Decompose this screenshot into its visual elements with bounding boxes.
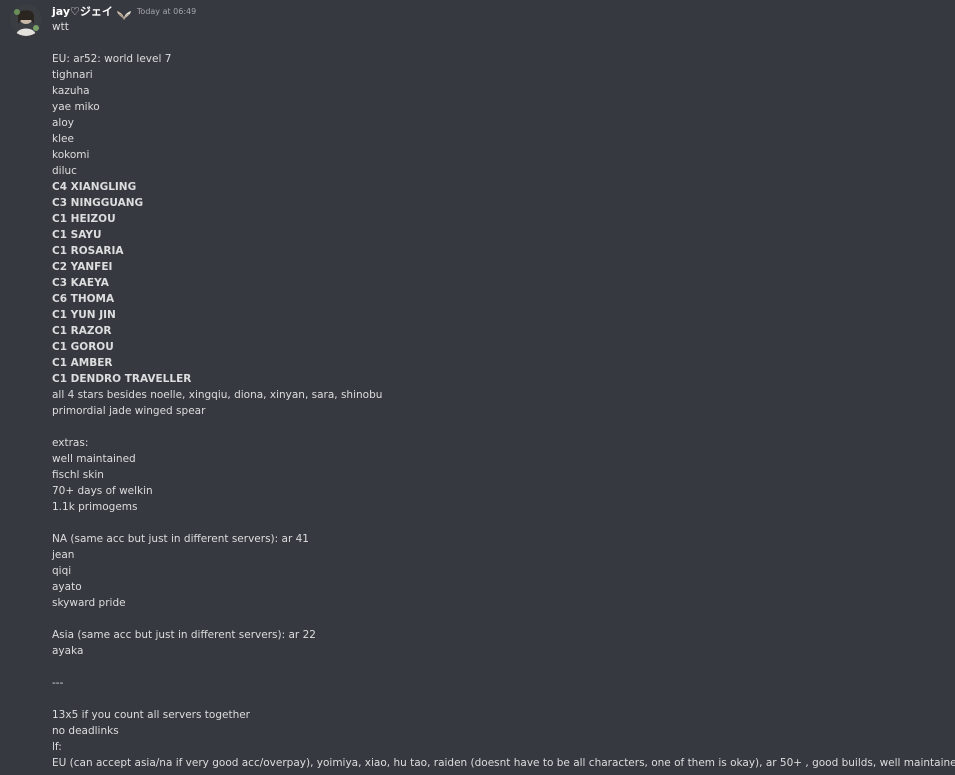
message-line: 13x5 if you count all servers together bbox=[52, 709, 251, 721]
message-line: jean bbox=[52, 549, 75, 561]
message-line: C4 XIANGLING bbox=[52, 181, 137, 193]
wing-emoji-icon bbox=[116, 6, 132, 21]
message-line: C2 YANFEI bbox=[52, 261, 113, 273]
message-line: no deadlinks bbox=[52, 725, 119, 737]
message-timestamp: Today at 06:49 bbox=[136, 7, 197, 16]
message-line: yae miko bbox=[52, 101, 100, 113]
message-line: aloy bbox=[52, 117, 74, 129]
message-content: wtt EU: ar52: world level 7 tighnari kazuha… bbox=[52, 19, 955, 771]
chat-message: jay♡ジェイ Today at 06:49 wtt EU: ar52: worl… bbox=[0, 0, 955, 775]
message-line: C3 KAEYA bbox=[52, 277, 109, 289]
message-header: jay♡ジェイ Today at 06:49 bbox=[52, 4, 197, 21]
message-line: ayato bbox=[52, 581, 82, 593]
message-line: lf: bbox=[52, 741, 62, 753]
user-avatar[interactable] bbox=[10, 4, 42, 36]
message-line: skyward pride bbox=[52, 597, 126, 609]
message-line: C1 HEIZOU bbox=[52, 213, 116, 225]
message-line: all 4 stars besides noelle, xingqiu, dio… bbox=[52, 389, 383, 401]
message-line: C6 THOMA bbox=[52, 293, 115, 305]
message-line: EU (can accept asia/na if very good acc/… bbox=[52, 757, 955, 769]
message-line: C1 ROSARIA bbox=[52, 245, 124, 257]
message-line: C1 RAZOR bbox=[52, 325, 112, 337]
message-line: C1 DENDRO TRAVELLER bbox=[52, 373, 192, 385]
message-line: fischl skin bbox=[52, 469, 104, 481]
message-line: --- bbox=[52, 677, 64, 689]
message-line: primordial jade winged spear bbox=[52, 405, 206, 417]
message-line: EU: ar52: world level 7 bbox=[52, 53, 172, 65]
message-line: well maintained bbox=[52, 453, 136, 465]
message-line: kokomi bbox=[52, 149, 90, 161]
message-line: Asia (same acc but just in different ser… bbox=[52, 629, 316, 641]
message-line: 70+ days of welkin bbox=[52, 485, 153, 497]
message-line: extras: bbox=[52, 437, 89, 449]
message-line: 1.1k primogems bbox=[52, 501, 138, 513]
message-line: C3 NINGGUANG bbox=[52, 197, 144, 209]
message-line: diluc bbox=[52, 165, 77, 177]
message-line: qiqi bbox=[52, 565, 72, 577]
message-line: C1 AMBER bbox=[52, 357, 113, 369]
message-line: NA (same acc but just in different serve… bbox=[52, 533, 309, 545]
message-line: C1 GOROU bbox=[52, 341, 114, 353]
message-line: wtt bbox=[52, 21, 69, 33]
message-line: ayaka bbox=[52, 645, 84, 657]
message-line: kazuha bbox=[52, 85, 90, 97]
message-line: C1 SAYU bbox=[52, 229, 102, 241]
message-line: C1 YUN JIN bbox=[52, 309, 116, 321]
message-line: klee bbox=[52, 133, 74, 145]
username[interactable]: jay♡ジェイ bbox=[52, 4, 113, 20]
message-line: tighnari bbox=[52, 69, 93, 81]
